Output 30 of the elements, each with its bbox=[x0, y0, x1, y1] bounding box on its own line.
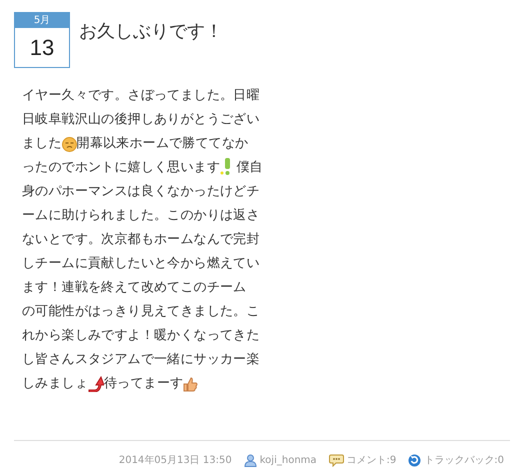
refresh-icon bbox=[408, 454, 422, 466]
post-text: 僕自 bbox=[235, 159, 263, 177]
post-text: 開幕以来ホームで勝ててなか bbox=[76, 135, 248, 153]
author-link[interactable]: koji_honma bbox=[260, 454, 317, 466]
arrow-icon bbox=[88, 376, 104, 392]
post-text: しみましょ bbox=[22, 375, 88, 393]
post-text: ないとです。次京都もホームなんで完封 bbox=[22, 231, 260, 249]
comments-link[interactable]: コメント:9 bbox=[346, 453, 396, 467]
day-number: 13 bbox=[28, 34, 56, 62]
smiley-icon bbox=[62, 136, 77, 152]
user-icon bbox=[244, 454, 257, 466]
post-text: の可能性がはっきり見えてきました。こ bbox=[22, 303, 260, 321]
thumbs-up-icon bbox=[183, 376, 198, 392]
post-title: お久しぶりです！ bbox=[79, 20, 223, 43]
post-text: 待ってまーす bbox=[104, 375, 184, 393]
post-text: ます！連戦を終えて改めてこのチーム bbox=[22, 279, 246, 297]
exclamation-icon bbox=[220, 158, 232, 178]
post-datetime: 2014年05月13日 13:50 bbox=[118, 454, 232, 467]
post-text: イヤー久々です。さぼってました。日曜 bbox=[22, 87, 260, 105]
trackback-link[interactable]: トラックバック:0 bbox=[424, 453, 504, 467]
post-text: 身のパホーマンスは良くなかったけどチ bbox=[22, 183, 260, 201]
month-label: 5月 bbox=[15, 13, 69, 28]
post-text: しチームに貢献したいと今から燃えてい bbox=[22, 255, 260, 273]
post-text: ました bbox=[22, 135, 62, 153]
post-text: し皆さんスタジアムで一緒にサッカー楽 bbox=[22, 351, 260, 369]
speech-bubble-icon bbox=[328, 454, 344, 466]
post-text: れから楽しみですよ！暖かくなってきた bbox=[22, 327, 260, 345]
post-text: ームに助けられました。このかりは返さ bbox=[22, 207, 260, 225]
post-text: ったのでホントに嬉しく思います bbox=[22, 159, 220, 177]
post-text: 日岐阜戦沢山の後押しありがとうござい bbox=[22, 111, 260, 129]
